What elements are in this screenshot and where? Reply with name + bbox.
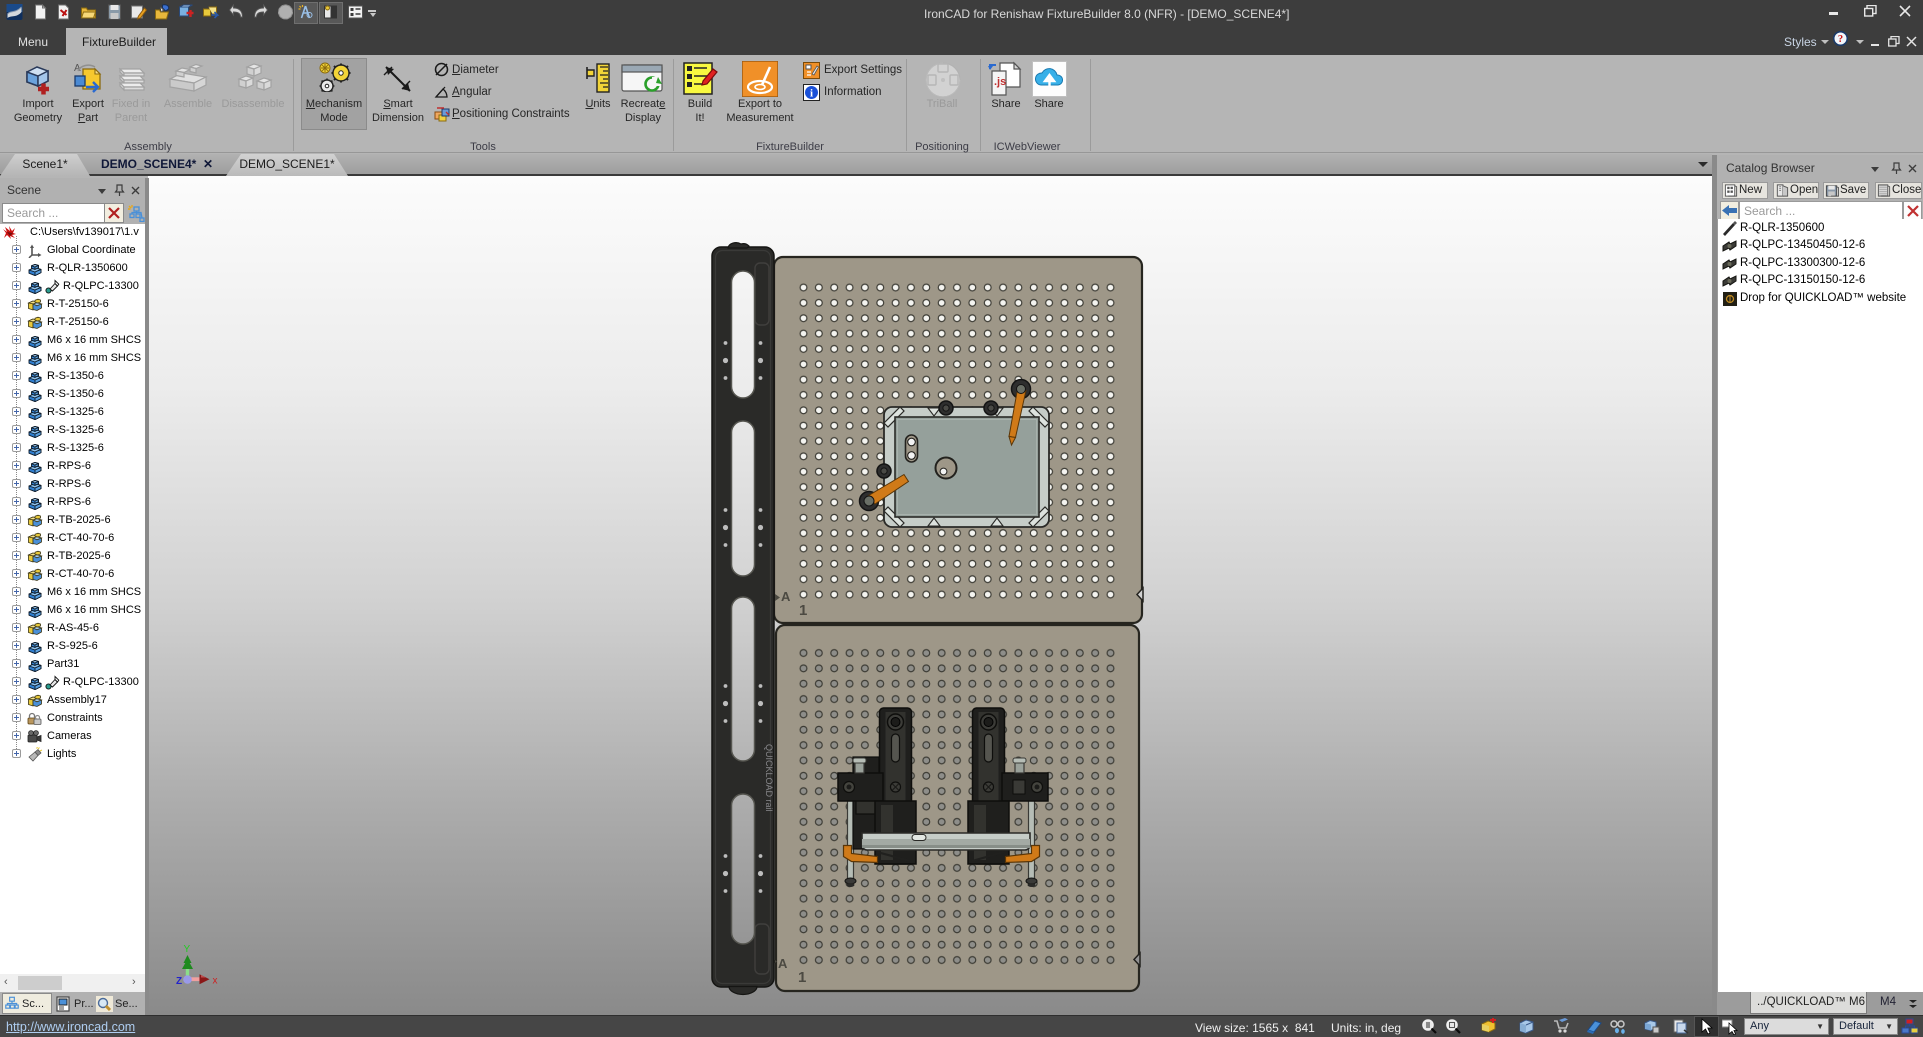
svg-text:1: 1 (798, 969, 806, 986)
svg-text:1: 1 (799, 602, 807, 619)
svg-text:A: A (778, 956, 788, 971)
svg-text:QUICKLOAD rail: QUICKLOAD rail (764, 744, 774, 812)
svg-text:.js: .js (994, 76, 1006, 88)
svg-text:Y: Y (184, 944, 191, 955)
svg-text:A: A (781, 589, 791, 604)
svg-text:?: ? (1838, 34, 1843, 45)
svg-text:i: i (810, 88, 813, 100)
svg-text:Z: Z (176, 976, 182, 987)
svg-text:x: x (213, 976, 218, 987)
